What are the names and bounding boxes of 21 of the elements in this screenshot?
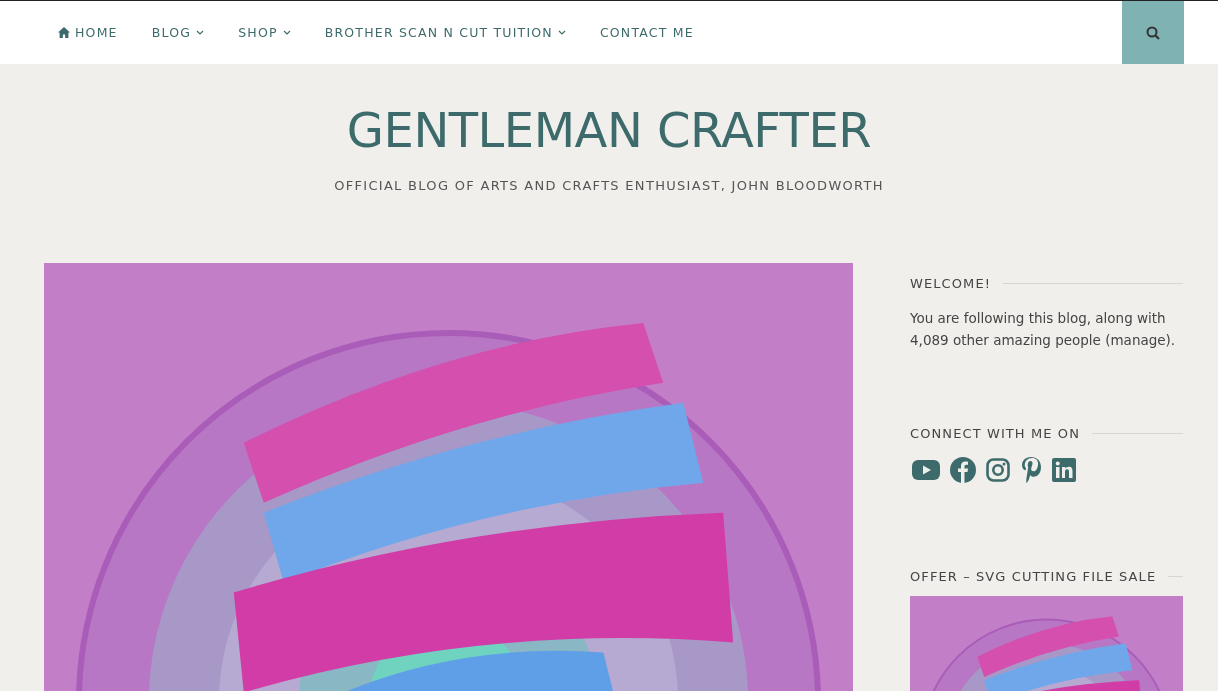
caret-icon [196,30,205,35]
widget-title: WELCOME! [910,276,992,291]
nav-link[interactable]: SHOP [238,25,291,40]
site-tagline: OFFICIAL BLOG OF ARTS AND CRAFTS ENTHUSIAST, JOHN BLOODWORTH [334,178,884,193]
facebook-icon[interactable] [950,456,976,483]
linkedin-icon[interactable] [1052,457,1076,482]
youtube-icon[interactable] [912,459,940,480]
widget-title: CONNECT WITH ME ON [910,426,1080,441]
welcome-text: You are following this blog, along with 4,089 other amazing people (manage). [910,309,1177,350]
caret-icon [557,30,566,35]
widget-title: OFFER – SVG CUTTING FILE SALE [910,569,1157,584]
nav-link[interactable]: CONTACT ME [599,25,694,40]
site-title[interactable]: GENTLEMAN CRAFTER [346,100,872,160]
nav-link[interactable]: BLOG [151,25,205,40]
home-icon [58,27,70,38]
nav-link[interactable]: HOME [58,25,118,40]
nav-link[interactable]: BROTHER SCAN N CUT TUITION [324,25,566,40]
search-icon [1146,25,1160,40]
pinterest-icon[interactable] [1020,456,1042,483]
instagram-icon[interactable] [986,457,1010,482]
caret-icon [282,30,291,35]
